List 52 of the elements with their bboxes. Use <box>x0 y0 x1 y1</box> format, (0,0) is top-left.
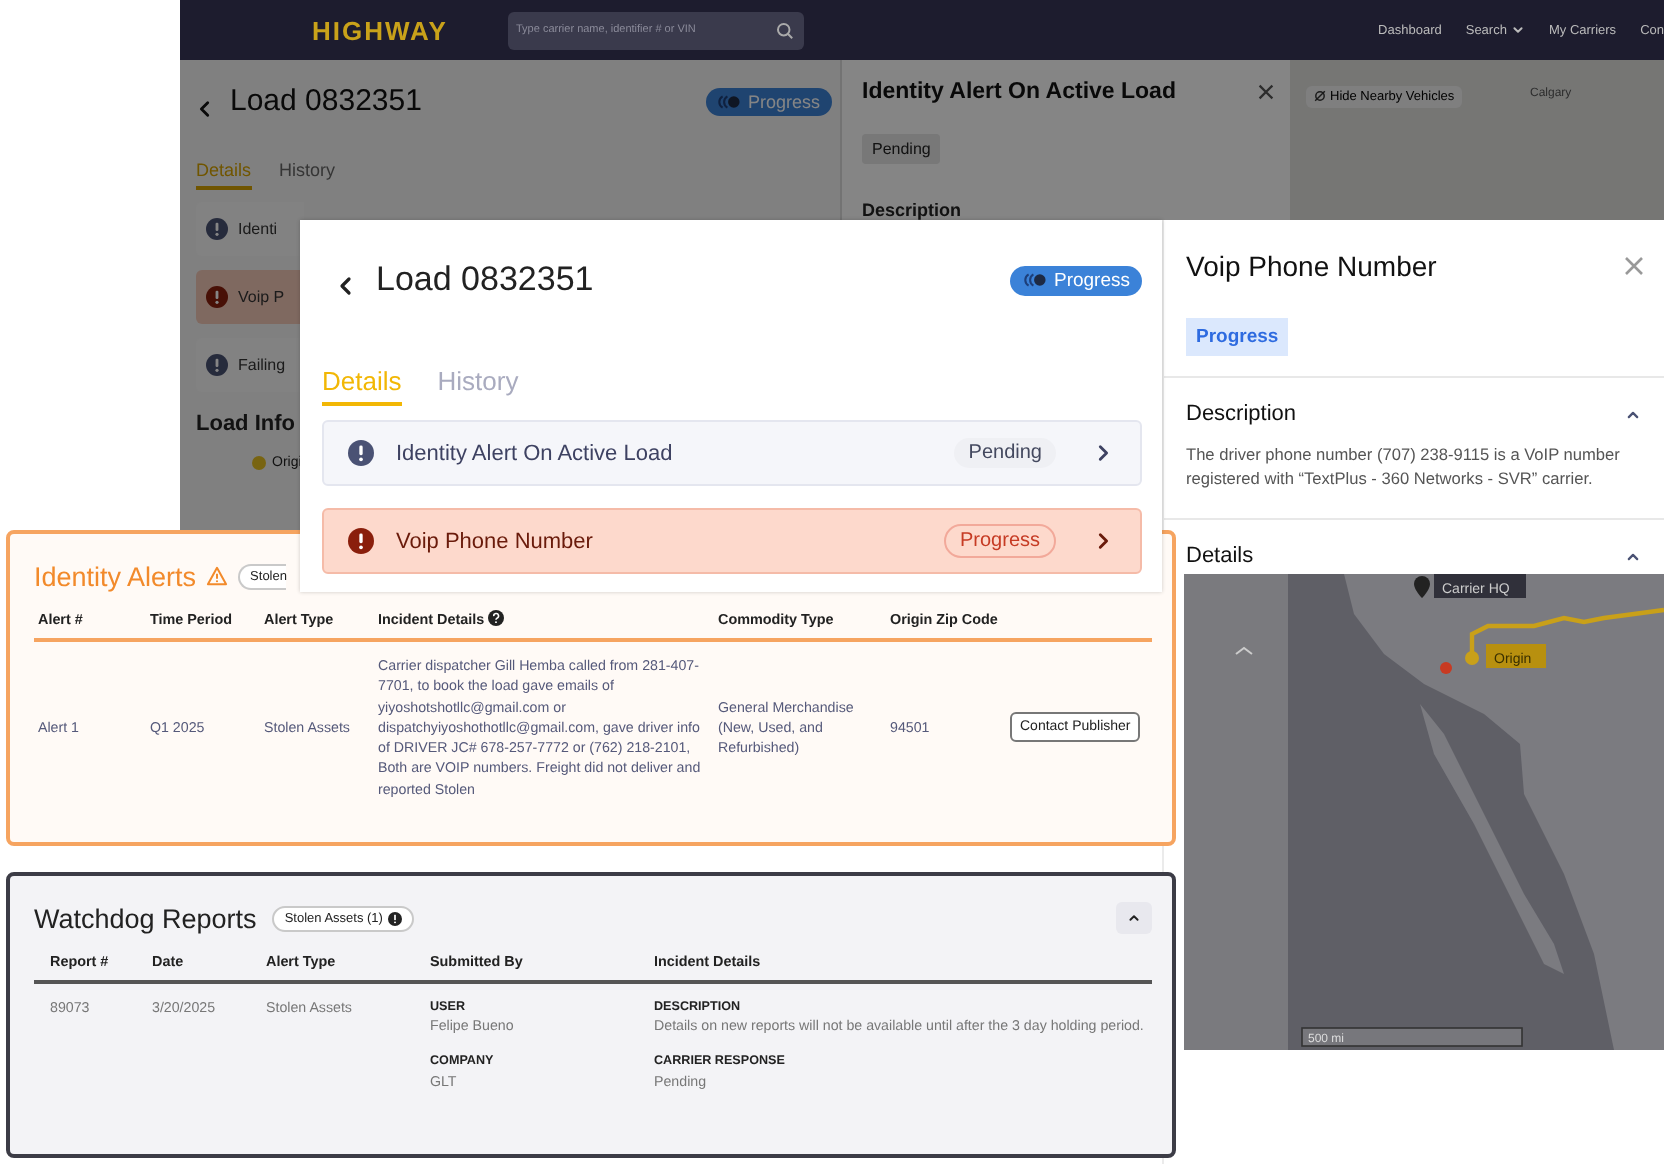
info-icon <box>388 911 403 925</box>
section-title: Details <box>1186 544 1254 569</box>
alert-icon <box>206 218 228 240</box>
alert-icon <box>206 354 228 376</box>
origin-marker <box>1465 651 1479 666</box>
eye-off-icon <box>1314 90 1326 102</box>
chevron-icon <box>1094 444 1112 462</box>
chevron-icon <box>1128 910 1140 926</box>
alert-icon <box>206 286 228 308</box>
section-title: Description <box>1186 402 1297 426</box>
description-text: The driver phone number (707) 238-9115 is a VoIP number registered with “TextPlus - 360 Networks - SVR” carrier. <box>1186 444 1622 491</box>
pin-icon <box>1414 576 1430 599</box>
logo: HIGHWAY <box>312 15 450 45</box>
status-pill: Pending <box>954 438 1056 468</box>
load-title: Load 0832351 <box>376 260 594 300</box>
card-title: Watchdog Reports <box>34 903 257 933</box>
warning-icon <box>206 566 229 586</box>
close-icon[interactable] <box>1624 256 1644 276</box>
origin-dot <box>252 456 266 470</box>
close-icon[interactable] <box>1258 84 1274 100</box>
alert-title: Voip Phone Number <box>396 529 593 553</box>
label-background <box>1434 574 1526 599</box>
label-background <box>1486 644 1546 669</box>
alert-row[interactable]: Identity Alert On Active Load Pending <box>322 420 1142 486</box>
location-dot <box>1440 662 1452 675</box>
alert-icon <box>348 528 374 554</box>
alert-title: Identi <box>238 220 278 238</box>
alert-title: Identity Alert On Active Load <box>396 441 673 465</box>
status-tag: Progress <box>1186 318 1289 356</box>
load-title: Load 0832351 <box>230 84 422 118</box>
status-pill: Progress <box>943 524 1056 558</box>
section-title: Description <box>862 200 964 220</box>
section-title: Load Info <box>196 412 297 436</box>
alert-title: Failing <box>238 356 286 374</box>
progress-icon <box>1021 272 1048 288</box>
alert-row[interactable]: Voip Phone Number Progress <box>322 508 1142 574</box>
panel-title: Identity Alert On Active Load <box>862 80 1176 104</box>
status-badge: Progress <box>1009 265 1142 295</box>
alert-icon <box>348 440 374 466</box>
search-icon <box>776 21 794 39</box>
status-tag: Pending <box>862 134 941 164</box>
alert-title: Voip P <box>238 288 285 306</box>
help-icon[interactable] <box>488 610 505 626</box>
chevron-icon <box>336 276 356 296</box>
collapse-button[interactable] <box>1116 902 1152 934</box>
chevron-icon <box>1094 532 1112 550</box>
progress-icon <box>715 93 742 109</box>
status-badge: Progress <box>705 87 832 115</box>
panel-title: Voip Phone Number <box>1186 250 1437 282</box>
caret-icon[interactable] <box>1235 647 1253 656</box>
chevron-icon <box>196 100 214 118</box>
card-title: Identity Alerts <box>34 561 197 591</box>
